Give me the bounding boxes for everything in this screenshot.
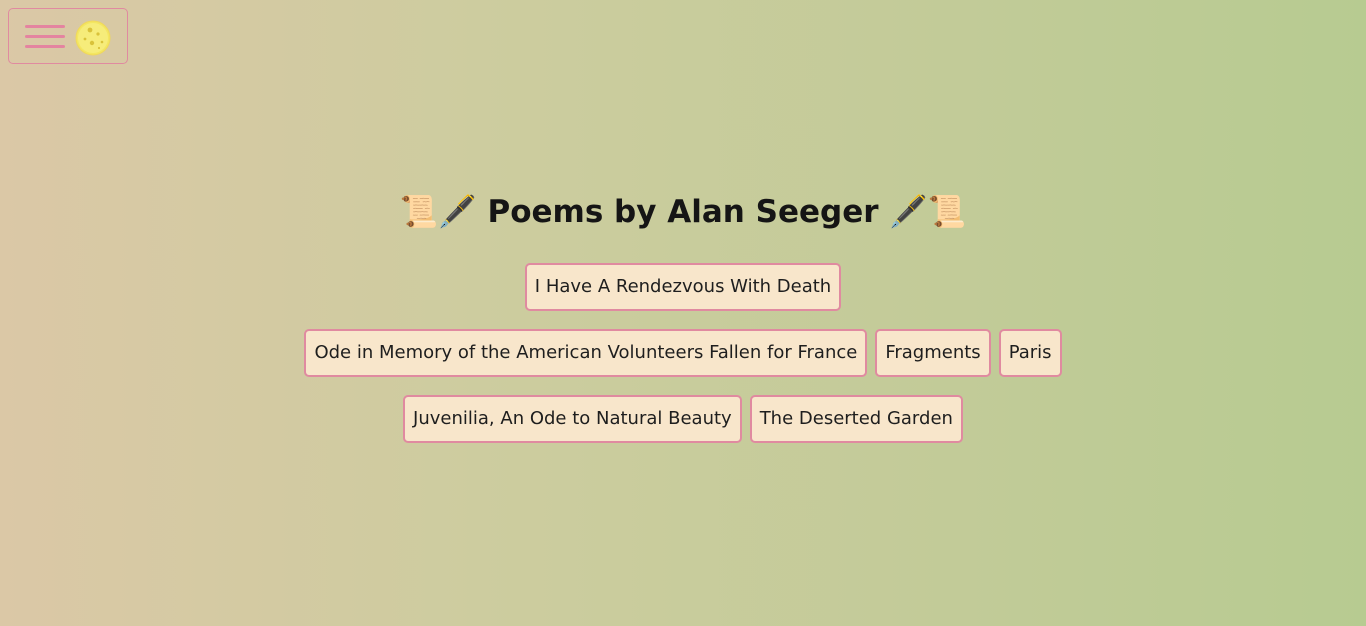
- scroll-pen-icon: 📜🖋️: [399, 194, 477, 230]
- poem-button-fragments[interactable]: Fragments: [875, 329, 991, 377]
- page-title-text: Poems by Alan Seeger: [487, 194, 879, 230]
- top-toolbar: [8, 8, 128, 64]
- poem-button-paris[interactable]: Paris: [998, 329, 1062, 377]
- menu-bar: [25, 35, 65, 38]
- hamburger-menu-icon[interactable]: [25, 25, 65, 51]
- menu-bar: [25, 25, 65, 28]
- menu-bar: [25, 45, 65, 48]
- poem-button-rendezvous[interactable]: I Have A Rendezvous With Death: [524, 263, 842, 311]
- poem-button-deserted-garden[interactable]: The Deserted Garden: [749, 395, 963, 443]
- poem-list: I Have A Rendezvous With Death Ode in Me…: [283, 263, 1083, 443]
- pen-scroll-icon: 🖋️📜: [889, 194, 967, 230]
- poem-button-ode-volunteers[interactable]: Ode in Memory of the American Volunteers…: [304, 329, 868, 377]
- poem-button-juvenilia[interactable]: Juvenilia, An Ode to Natural Beauty: [403, 395, 742, 443]
- moon-icon[interactable]: [75, 20, 111, 56]
- page-title: 📜🖋️ Poems by Alan Seeger 🖋️📜: [0, 190, 1366, 234]
